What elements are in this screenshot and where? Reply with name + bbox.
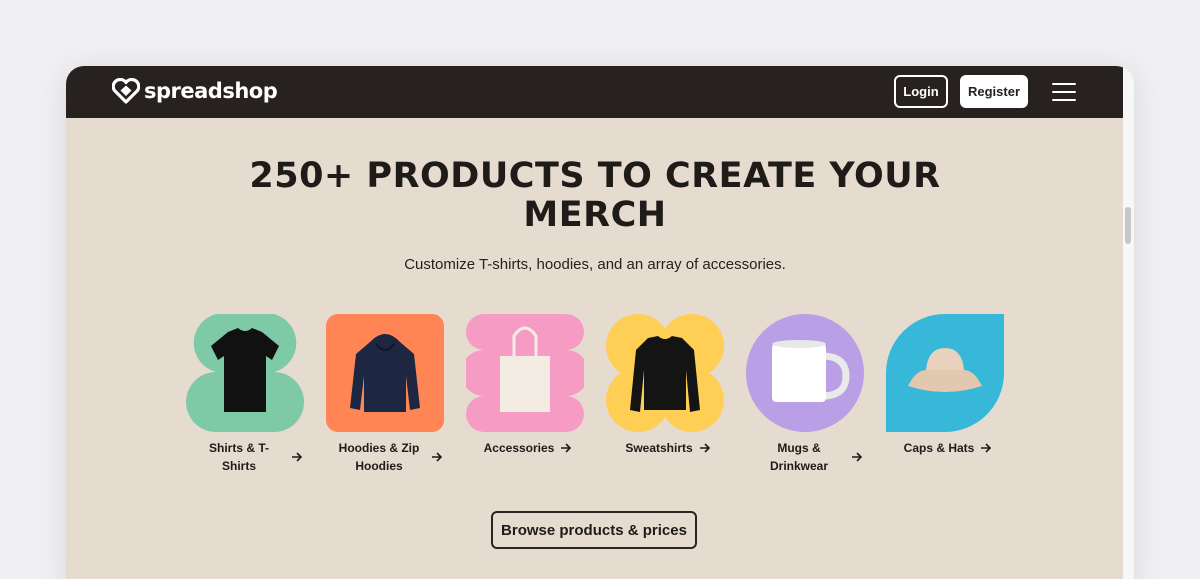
arrow-right-icon[interactable]	[851, 451, 863, 463]
arrow-right-icon[interactable]	[699, 442, 711, 454]
category-sweatshirts[interactable]: Sweatshirts	[606, 314, 730, 455]
scrollbar[interactable]	[1123, 66, 1134, 579]
category-caps-hats[interactable]: Caps & Hats	[886, 314, 1010, 455]
register-button[interactable]: Register	[960, 75, 1028, 108]
login-button[interactable]: Login	[894, 75, 948, 108]
arrow-right-icon[interactable]	[980, 442, 992, 454]
category-label[interactable]: Accessories	[484, 439, 555, 457]
top-navbar: spreadshop Login Register	[66, 66, 1123, 118]
category-label[interactable]: Shirts & T-Shirts	[193, 439, 285, 475]
category-label[interactable]: Hoodies & Zip Hoodies	[333, 439, 425, 475]
category-shirts[interactable]: Shirts & T-Shirts	[186, 314, 310, 473]
category-label[interactable]: Sweatshirts	[625, 439, 692, 457]
category-label[interactable]: Mugs & Drinkwear	[753, 439, 845, 475]
hoodie-image[interactable]	[326, 314, 444, 432]
hero-section: 250+ PRODUCTS TO CREATE YOUR MERCH Custo…	[66, 118, 1123, 579]
arrow-right-icon[interactable]	[431, 451, 443, 463]
spreadshop-logo[interactable]: spreadshop	[112, 78, 278, 104]
category-mugs[interactable]: Mugs & Drinkwear	[746, 314, 870, 473]
browser-frame: spreadshop Login Register 250+ PRODUCTS …	[66, 66, 1134, 579]
page-title: 250+ PRODUCTS TO CREATE YOUR MERCH	[249, 156, 941, 235]
heart-logo-icon	[112, 78, 140, 104]
category-hoodies[interactable]: Hoodies & Zip Hoodies	[326, 314, 450, 473]
browse-products-button[interactable]: Browse products & prices	[491, 511, 697, 549]
category-label[interactable]: Caps & Hats	[904, 439, 975, 457]
tshirt-image[interactable]	[186, 314, 304, 432]
category-accessories[interactable]: Accessories	[466, 314, 590, 455]
hamburger-menu-icon[interactable]	[1052, 83, 1076, 101]
bucket-hat-image[interactable]	[886, 314, 1004, 432]
sweatshirt-image[interactable]	[606, 314, 724, 432]
logo-text: spreadshop	[144, 79, 278, 103]
scrollbar-thumb[interactable]	[1125, 207, 1131, 244]
tote-bag-image[interactable]	[466, 314, 584, 432]
mug-image[interactable]	[746, 314, 864, 432]
arrow-right-icon[interactable]	[291, 451, 303, 463]
arrow-right-icon[interactable]	[560, 442, 572, 454]
page-subtitle: Customize T-shirts, hoodies, and an arra…	[404, 256, 786, 273]
